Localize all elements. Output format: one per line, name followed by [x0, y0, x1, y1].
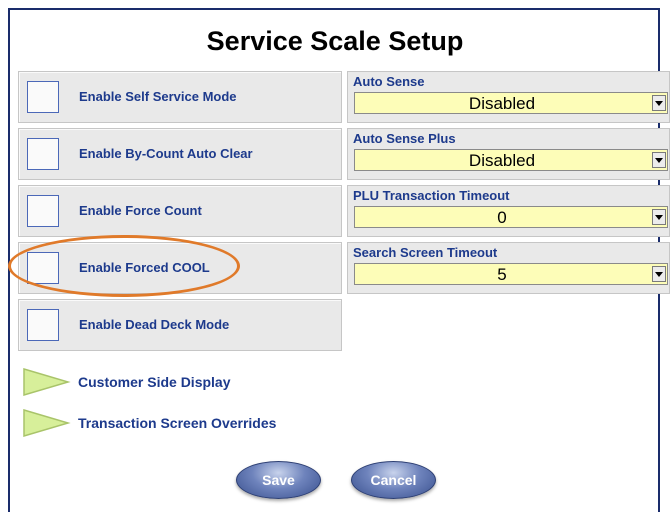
dropdown-label: Search Screen Timeout — [353, 245, 498, 260]
dropdown-label: PLU Transaction Timeout — [353, 188, 510, 203]
dropdown-arrow-icon[interactable] — [652, 152, 666, 168]
page-title: Service Scale Setup — [206, 26, 464, 56]
transaction-screen-overrides-expander[interactable]: Transaction Screen Overrides — [22, 408, 332, 438]
auto-sense-select[interactable]: Disabled — [354, 92, 668, 114]
cancel-button[interactable]: Cancel — [351, 461, 436, 499]
section-label: Customer Side Display — [78, 374, 231, 390]
plu-transaction-timeout-panel: PLU Transaction Timeout 0 — [347, 185, 670, 237]
self-service-mode-checkbox[interactable] — [27, 81, 59, 113]
self-service-mode-row: Enable Self Service Mode — [18, 71, 342, 123]
customer-side-display-expander[interactable]: Customer Side Display — [22, 367, 282, 397]
by-count-auto-clear-row: Enable By-Count Auto Clear — [18, 128, 342, 180]
selected-value: 5 — [497, 265, 507, 284]
force-count-checkbox[interactable] — [27, 195, 59, 227]
search-screen-timeout-panel: Search Screen Timeout 5 — [347, 242, 670, 294]
section-label: Transaction Screen Overrides — [78, 415, 277, 431]
dropdown-arrow-icon[interactable] — [652, 209, 666, 225]
dropdown-label: Auto Sense — [353, 74, 425, 89]
search-screen-timeout-select[interactable]: 5 — [354, 263, 668, 285]
dead-deck-mode-checkbox[interactable] — [27, 309, 59, 341]
triangle-expand-icon — [23, 408, 71, 438]
dropdown-arrow-icon[interactable] — [652, 95, 666, 111]
auto-sense-plus-select[interactable]: Disabled — [354, 149, 668, 171]
by-count-auto-clear-checkbox[interactable] — [27, 138, 59, 170]
checkbox-label: Enable Dead Deck Mode — [79, 317, 230, 332]
triangle-expand-icon — [23, 367, 71, 397]
auto-sense-plus-panel: Auto Sense Plus Disabled — [347, 128, 670, 180]
save-button[interactable]: Save — [236, 461, 321, 499]
checkbox-label: Enable Self Service Mode — [79, 89, 237, 104]
plu-transaction-timeout-select[interactable]: 0 — [354, 206, 668, 228]
checkbox-label: Enable Forced COOL — [79, 260, 210, 275]
forced-cool-checkbox[interactable] — [27, 252, 59, 284]
dead-deck-mode-row: Enable Dead Deck Mode — [18, 299, 342, 351]
checkbox-label: Enable By-Count Auto Clear — [79, 146, 253, 161]
selected-value: Disabled — [468, 94, 536, 113]
auto-sense-panel: Auto Sense Disabled — [347, 71, 670, 123]
forced-cool-row: Enable Forced COOL — [18, 242, 342, 294]
selected-value: Disabled — [468, 151, 536, 170]
selected-value: 0 — [497, 208, 507, 227]
dropdown-arrow-icon[interactable] — [652, 266, 666, 282]
checkbox-label: Enable Force Count — [79, 203, 202, 218]
force-count-row: Enable Force Count — [18, 185, 342, 237]
dropdown-label: Auto Sense Plus — [353, 131, 456, 146]
